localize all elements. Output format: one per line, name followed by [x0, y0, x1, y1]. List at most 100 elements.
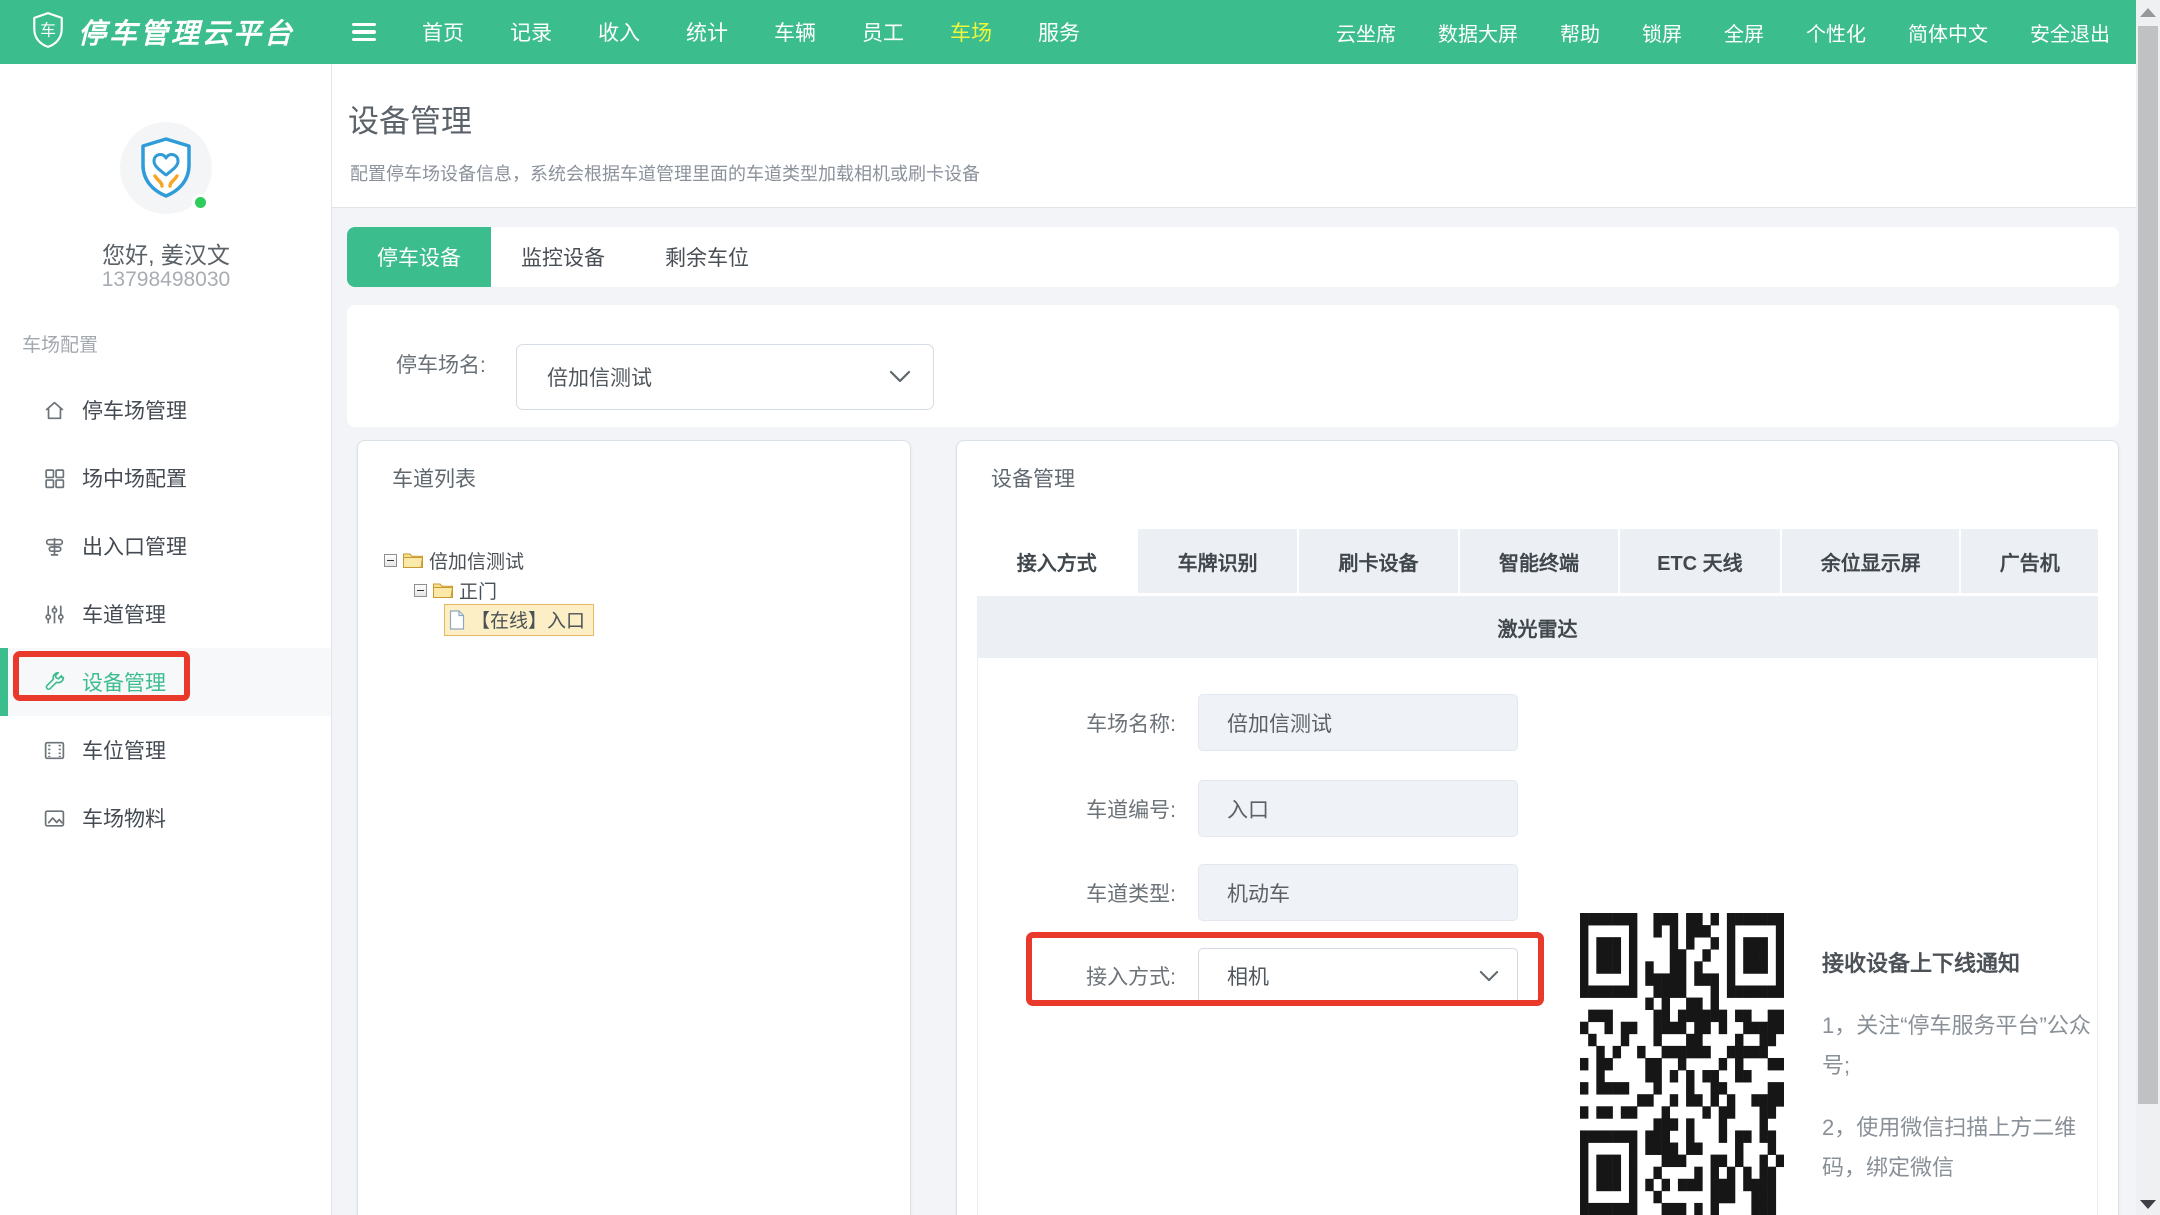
signpost-icon	[42, 534, 66, 558]
brand-title: 停车管理云平台	[78, 12, 295, 52]
form-row-lane-type: 车道类型: 机动车	[1018, 864, 1518, 921]
tree-node-entrance[interactable]: 【在线】入口	[384, 605, 594, 635]
nav-item-records[interactable]: 记录	[510, 17, 552, 47]
nav-item-vehicles[interactable]: 车辆	[774, 17, 816, 47]
sidebar-item-device-mgmt[interactable]: 设备管理	[0, 648, 331, 716]
image-icon	[42, 806, 66, 830]
lane-type-label: 车道类型:	[1018, 878, 1198, 908]
hamburger-menu-icon[interactable]	[352, 23, 376, 41]
lot-name-label: 车场名称:	[1018, 708, 1198, 738]
nav-item-lock-screen[interactable]: 锁屏	[1642, 18, 1682, 47]
lot-select-dropdown[interactable]: 倍加信测试	[516, 344, 934, 410]
lane-no-label: 车道编号:	[1018, 794, 1198, 824]
device-mgmt-panel: 设备管理 接入方式 车牌识别 刷卡设备 智能终端 ETC 天线 余位显示屏 广告…	[956, 440, 2119, 1215]
tree-node-root[interactable]: 倍加信测试	[384, 545, 594, 575]
qr-instruction-step1: 1，关注“停车服务平台”公众号;	[1822, 1006, 2100, 1086]
tab-plate-recognition[interactable]: 车牌识别	[1138, 529, 1296, 593]
lot-select-label: 停车场名:	[396, 349, 506, 382]
access-mode-select[interactable]: 相机	[1198, 948, 1518, 1004]
nav-item-help[interactable]: 帮助	[1560, 18, 1600, 47]
nav-item-dashboard[interactable]: 数据大屏	[1438, 18, 1518, 47]
tab-access-mode[interactable]: 接入方式	[977, 529, 1136, 593]
nav-item-language[interactable]: 简体中文	[1908, 18, 1988, 47]
sidebar-item-lane-mgmt[interactable]: 车道管理	[0, 580, 331, 648]
tab-etc-antenna[interactable]: ETC 天线	[1620, 529, 1780, 593]
lot-select-card: 停车场名: 倍加信测试	[347, 305, 2119, 427]
folder-icon	[432, 581, 454, 599]
page-subtitle: 配置停车场设备信息，系统会根据车道管理里面的车道类型加载相机或刷卡设备	[350, 160, 980, 186]
lot-name-input[interactable]: 倍加信测试	[1198, 694, 1518, 751]
scroll-down-arrow-icon[interactable]	[2140, 1200, 2156, 1209]
qr-instructions: 接收设备上下线通知 1，关注“停车服务平台”公众号; 2，使用微信扫描上方二维码…	[1822, 946, 2100, 1210]
tab-remaining-spaces[interactable]: 剩余车位	[635, 227, 779, 287]
nav-item-home[interactable]: 首页	[422, 17, 464, 47]
lane-no-input[interactable]: 入口	[1198, 780, 1518, 837]
nav-item-fullscreen[interactable]: 全屏	[1724, 18, 1764, 47]
sidebar: 您好, 姜汉文 13798498030 车场配置 停车场管理 场中场配置 出入口	[0, 64, 332, 1215]
lane-list-panel: 车道列表 倍加信测试 正门 【在线】入口	[357, 440, 911, 1215]
parking-slots-icon	[42, 738, 66, 762]
form-row-access-mode: 接入方式: 相机	[1018, 948, 1518, 1004]
nav-item-logout[interactable]: 安全退出	[2030, 18, 2110, 47]
scrollbar-thumb[interactable]	[2138, 26, 2158, 1104]
qr-code	[1580, 913, 1784, 1215]
tab-parking-devices[interactable]: 停车设备	[347, 227, 491, 287]
page-header	[332, 64, 2136, 208]
device-form-area: 车场名称: 倍加信测试 车道编号: 入口 车道类型: 机动车 接入方式: 相机 …	[977, 658, 2098, 1215]
subtab-laser-radar[interactable]: 激光雷达	[977, 596, 2098, 658]
brand: 车 停车管理云平台	[0, 11, 330, 54]
shield-heart-logo-icon	[137, 136, 195, 200]
home-icon	[42, 398, 66, 422]
grid-icon	[42, 466, 66, 490]
sidebar-item-parking-lot-mgmt[interactable]: 停车场管理	[0, 376, 331, 444]
chevron-down-icon	[889, 370, 911, 384]
main-nav: 首页 记录 收入 统计 车辆 员工 车场 服务	[422, 17, 1080, 47]
lane-tree: 倍加信测试 正门 【在线】入口	[384, 545, 594, 635]
user-phone: 13798498030	[0, 268, 332, 292]
sidebar-item-sublot-config[interactable]: 场中场配置	[0, 444, 331, 512]
svg-text:车: 车	[40, 21, 56, 39]
nav-item-parking-lot[interactable]: 车场	[950, 17, 992, 47]
sidebar-menu: 停车场管理 场中场配置 出入口管理 车道管理	[0, 376, 331, 852]
tab-ad-machine[interactable]: 广告机	[1961, 529, 2098, 593]
tree-node-gate[interactable]: 正门	[384, 575, 594, 605]
sidebar-section-label: 车场配置	[22, 330, 98, 357]
sliders-icon	[42, 602, 66, 626]
sidebar-item-materials[interactable]: 车场物料	[0, 784, 331, 852]
lane-type-input[interactable]: 机动车	[1198, 864, 1518, 921]
sidebar-item-space-mgmt[interactable]: 车位管理	[0, 716, 331, 784]
user-greeting: 您好, 姜汉文	[0, 236, 332, 270]
wrench-icon	[42, 670, 66, 694]
access-mode-label: 接入方式:	[1018, 961, 1198, 991]
lane-list-title: 车道列表	[392, 463, 476, 493]
app-window: 车 停车管理云平台 首页 记录 收入 统计 车辆 员工 车场 服务 云坐席 数据…	[0, 0, 2160, 1215]
form-row-lane-no: 车道编号: 入口	[1018, 780, 1518, 837]
scroll-up-arrow-icon[interactable]	[2140, 8, 2156, 17]
tab-space-display[interactable]: 余位显示屏	[1782, 529, 1959, 593]
tree-selected-leaf[interactable]: 【在线】入口	[444, 604, 594, 636]
utility-nav: 云坐席 数据大屏 帮助 锁屏 全屏 个性化 简体中文 安全退出	[1336, 18, 2110, 47]
page-title: 设备管理	[348, 96, 472, 141]
sidebar-item-entrance-exit-mgmt[interactable]: 出入口管理	[0, 512, 331, 580]
nav-item-personalize[interactable]: 个性化	[1806, 18, 1866, 47]
tab-monitor-devices[interactable]: 监控设备	[491, 227, 635, 287]
online-status-dot	[192, 194, 209, 211]
nav-item-services[interactable]: 服务	[1038, 17, 1080, 47]
tab-card-device[interactable]: 刷卡设备	[1299, 529, 1458, 593]
device-tabs: 接入方式 车牌识别 刷卡设备 智能终端 ETC 天线 余位显示屏 广告机	[977, 529, 2098, 593]
nav-item-staff[interactable]: 员工	[862, 17, 904, 47]
tree-collapse-icon[interactable]	[384, 554, 397, 567]
chevron-down-icon	[1479, 970, 1499, 983]
vertical-scrollbar[interactable]	[2136, 0, 2160, 1215]
form-row-lot-name: 车场名称: 倍加信测试	[1018, 694, 1518, 751]
nav-item-income[interactable]: 收入	[598, 17, 640, 47]
qr-instructions-title: 接收设备上下线通知	[1822, 946, 2100, 978]
access-mode-value: 相机	[1227, 961, 1479, 991]
qr-instruction-step2: 2，使用微信扫描上方二维码，绑定微信	[1822, 1108, 2100, 1188]
nav-item-cloud-seat[interactable]: 云坐席	[1336, 18, 1396, 47]
nav-item-stats[interactable]: 统计	[686, 17, 728, 47]
folder-icon	[402, 551, 424, 569]
device-panel-title: 设备管理	[991, 463, 1075, 493]
tree-collapse-icon[interactable]	[414, 584, 427, 597]
tab-smart-terminal[interactable]: 智能终端	[1460, 529, 1617, 593]
